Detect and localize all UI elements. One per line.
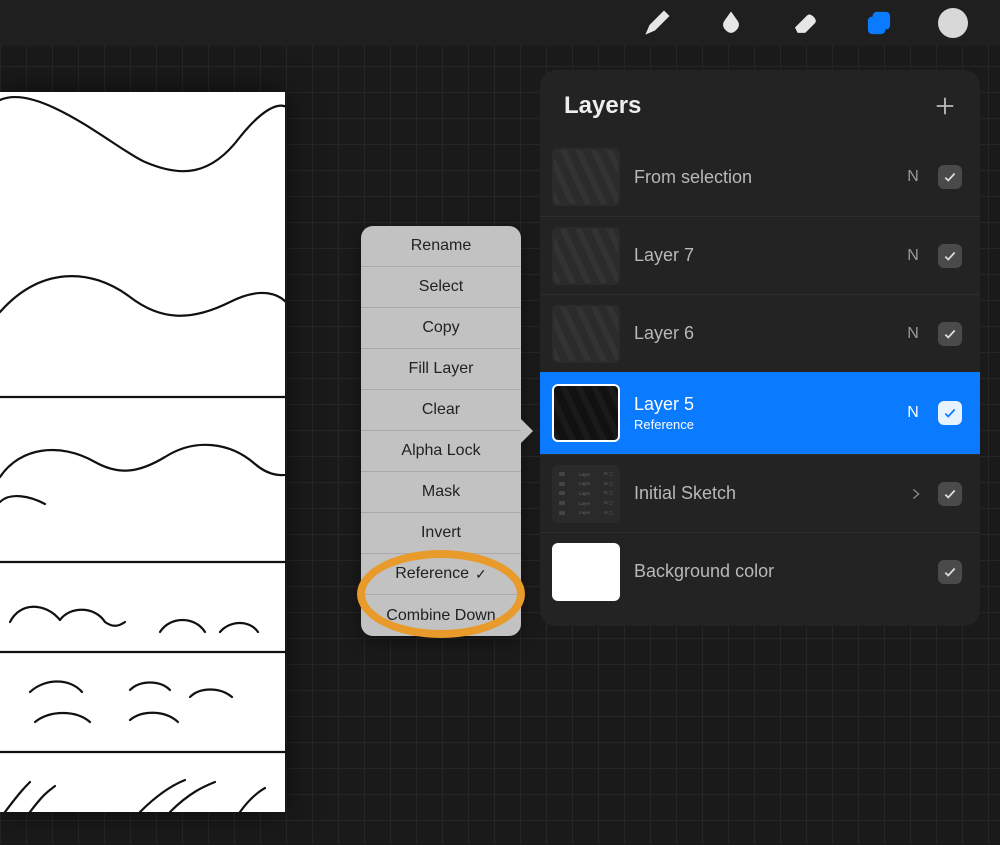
layer-info: Initial Sketch bbox=[634, 483, 894, 504]
layer-info: Layer 5 Reference bbox=[634, 394, 888, 432]
layer-thumbnail[interactable] bbox=[552, 227, 620, 285]
menu-item[interactable]: Rename bbox=[361, 226, 521, 267]
layers-panel-title: Layers bbox=[564, 92, 641, 120]
menu-pointer-arrow bbox=[521, 419, 533, 443]
eraser-tool-icon[interactable] bbox=[790, 8, 820, 38]
layers-list: From selection N Layer 7 N Layer 6 N Layer 5 Re… bbox=[540, 138, 980, 610]
visibility-checkbox[interactable] bbox=[938, 401, 962, 425]
blend-mode-label[interactable]: N bbox=[902, 325, 924, 343]
menu-item-label: Rename bbox=[411, 237, 471, 255]
layer-name-label: Layer 5 bbox=[634, 394, 888, 415]
layer-row[interactable]: Background color bbox=[540, 532, 980, 610]
brush-tool-icon[interactable] bbox=[642, 8, 672, 38]
menu-item[interactable]: Invert bbox=[361, 513, 521, 554]
visibility-checkbox[interactable] bbox=[938, 322, 962, 346]
visibility-checkbox[interactable] bbox=[938, 165, 962, 189]
layer-info: Layer 7 bbox=[634, 245, 888, 266]
menu-item-label: Invert bbox=[421, 524, 461, 542]
artwork-canvas[interactable] bbox=[0, 92, 285, 812]
layer-row[interactable]: Layer 6 N bbox=[540, 294, 980, 372]
layer-name-label: Layer 6 bbox=[634, 323, 888, 344]
menu-item-label: Clear bbox=[422, 401, 460, 419]
layer-info: From selection bbox=[634, 167, 888, 188]
menu-item-label: Combine Down bbox=[386, 607, 495, 625]
layer-name-label: Background color bbox=[634, 561, 888, 582]
blend-mode-label[interactable]: N bbox=[902, 247, 924, 265]
menu-item[interactable]: Alpha Lock bbox=[361, 431, 521, 472]
menu-item[interactable]: Clear bbox=[361, 390, 521, 431]
layers-tool-icon[interactable] bbox=[864, 8, 894, 38]
layer-thumbnail[interactable] bbox=[552, 543, 620, 601]
menu-item-label: Mask bbox=[422, 483, 460, 501]
menu-item[interactable]: Reference ✓ bbox=[361, 554, 521, 595]
menu-item[interactable]: Combine Down bbox=[361, 595, 521, 636]
layer-info: Layer 6 bbox=[634, 323, 888, 344]
layers-panel-header: Layers bbox=[540, 70, 980, 138]
layer-thumbnail[interactable]: LayerN ▢LayerN ▢LayerN ▢LayerN ▢LayerN ▢ bbox=[552, 465, 620, 523]
layer-thumbnail[interactable] bbox=[552, 305, 620, 363]
layer-thumbnail[interactable] bbox=[552, 384, 620, 442]
menu-item[interactable]: Mask bbox=[361, 472, 521, 513]
layer-name-label: Layer 7 bbox=[634, 245, 888, 266]
layer-subtitle: Reference bbox=[634, 417, 888, 432]
layer-thumbnail[interactable] bbox=[552, 148, 620, 206]
visibility-checkbox[interactable] bbox=[938, 560, 962, 584]
blend-mode-label[interactable]: N bbox=[902, 168, 924, 186]
layer-info: Background color bbox=[634, 561, 888, 582]
blend-mode-label[interactable]: N bbox=[902, 404, 924, 422]
layer-context-menu: Rename Select Copy Fill Layer Clear Alpha Loc… bbox=[361, 226, 521, 636]
chevron-right-icon[interactable] bbox=[908, 486, 924, 502]
layer-row[interactable]: From selection N bbox=[540, 138, 980, 216]
menu-item-label: Copy bbox=[422, 319, 459, 337]
checkmark-icon: ✓ bbox=[475, 566, 487, 583]
add-layer-button[interactable] bbox=[934, 95, 956, 117]
layer-row[interactable]: LayerN ▢LayerN ▢LayerN ▢LayerN ▢LayerN ▢… bbox=[540, 454, 980, 532]
menu-item-label: Alpha Lock bbox=[401, 442, 480, 460]
menu-item[interactable]: Copy bbox=[361, 308, 521, 349]
top-toolbar bbox=[0, 0, 1000, 46]
visibility-checkbox[interactable] bbox=[938, 244, 962, 268]
menu-item[interactable]: Fill Layer bbox=[361, 349, 521, 390]
smudge-tool-icon[interactable] bbox=[716, 8, 746, 38]
menu-item-label: Fill Layer bbox=[409, 360, 474, 378]
menu-item-label: Select bbox=[419, 278, 463, 296]
layers-panel: Layers From selectionNLayer 7NLayer 6NLa… bbox=[540, 70, 980, 626]
layer-row[interactable]: Layer 7 N bbox=[540, 216, 980, 294]
menu-item-label: Reference bbox=[395, 565, 469, 583]
layer-row[interactable]: Layer 5 Reference N bbox=[540, 372, 980, 454]
layer-name-label: Initial Sketch bbox=[634, 483, 894, 504]
color-picker-icon[interactable] bbox=[938, 8, 968, 38]
layer-name-label: From selection bbox=[634, 167, 888, 188]
visibility-checkbox[interactable] bbox=[938, 482, 962, 506]
menu-item[interactable]: Select bbox=[361, 267, 521, 308]
